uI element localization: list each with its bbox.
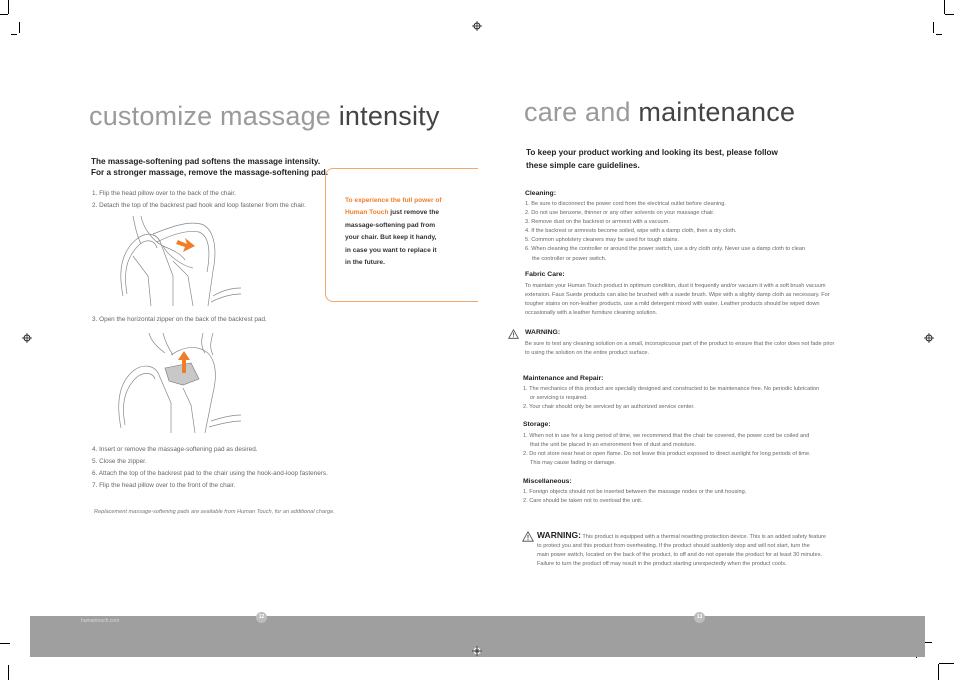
crop-mark: [19, 22, 20, 33]
fabric-care-text: To maintain your Human Touch product in …: [525, 282, 885, 318]
crop-mark: [11, 34, 17, 35]
crop-mark: [936, 34, 942, 35]
registration-mark-icon: [472, 646, 482, 656]
arrow-icon: [176, 238, 195, 252]
callout-text: To experience the full power of Human To…: [345, 195, 475, 269]
misc-list: 1. Foreign objects should not be inserte…: [523, 488, 883, 506]
crop-mark: [945, 14, 954, 15]
cleaning-heading: Cleaning:: [525, 190, 556, 197]
thermal-warning-line: This product is equipped with a thermal …: [580, 534, 827, 540]
step-3: 3. Open the horizontal zipper on the bac…: [92, 316, 267, 323]
page-title-right: care and maintenance: [524, 97, 795, 128]
cleaning-item: 5. Common upholstery cleaners may be use…: [525, 237, 679, 244]
warning-heading: WARNING:: [525, 329, 561, 336]
para-line: extension. Faux Suede products can also …: [525, 292, 830, 299]
registration-mark-icon: [472, 21, 482, 31]
callout-rest: just remove the: [388, 209, 440, 217]
page-number-right: 13: [694, 612, 705, 623]
cleaning-item-cont-text: the controller or power switch.: [532, 255, 607, 262]
crop-mark: [0, 14, 8, 15]
crop-mark: [933, 22, 934, 33]
storage-heading: Storage:: [523, 421, 551, 428]
title-light: care and: [524, 97, 631, 127]
misc-item: 2. Care should be taken not to overload …: [523, 498, 643, 505]
para-line: tougher stains on non-leather products, …: [525, 301, 820, 308]
intro-text-right: To keep your product working and looking…: [526, 147, 826, 172]
storage-item-cont-text: This may cause fading or damage.: [530, 460, 616, 467]
step-4: 4. Insert or remove the massage-softenin…: [92, 446, 258, 453]
step-1: 1. Flip the head pillow over to the back…: [92, 190, 236, 197]
para-line: Be sure to test any cleaning solution on…: [525, 341, 835, 347]
para-line: to protect you and this product from ove…: [537, 543, 810, 550]
crop-mark: [939, 663, 954, 664]
storage-item-cont-text: that the unit be placed in an environmen…: [530, 442, 697, 449]
footnote: Replacement massage-softening pads are a…: [94, 509, 335, 515]
cleaning-item: 3. Remove dust on the backrest or armres…: [525, 219, 670, 226]
cleaning-list: 1. Be sure to disconnect the power cord …: [525, 200, 885, 264]
misc-item: 1. Foreign objects should not be inserte…: [523, 489, 747, 495]
storage-item: 2. Do not store near heat or open flame.…: [523, 451, 811, 458]
callout-line: massage-softening pad from: [345, 221, 436, 229]
intro-line: these simple care guidelines.: [526, 160, 640, 170]
callout-brand: Human Touch: [345, 209, 389, 217]
warning-icon: [508, 329, 519, 339]
storage-item-cont: that the unit be placed in an environmen…: [523, 441, 883, 450]
footer-url: humantouch.com: [81, 618, 120, 624]
storage-item-cont: This may cause fading or damage.: [523, 459, 883, 468]
crop-mark: [0, 643, 10, 644]
page-title-left: customize massage intensity: [89, 101, 440, 132]
illustration-detach-pad: [113, 216, 243, 306]
maintenance-item-cont: or servicing is required.: [523, 394, 883, 403]
maintenance-heading: Maintenance and Repair:: [523, 375, 604, 382]
para-line: to using the solution on the entire prod…: [525, 350, 650, 357]
step-6: 6. Attach the top of the backrest pad to…: [92, 470, 328, 477]
registration-mark-icon: [924, 333, 934, 343]
cleaning-item: 6. When cleaning the controller or aroun…: [525, 246, 806, 253]
step-5: 5. Close the zipper.: [92, 458, 147, 465]
storage-item: 1. When not in use for a long period of …: [523, 433, 810, 439]
para-line: To maintain your Human Touch product in …: [525, 283, 826, 289]
intro-line: To keep your product working and looking…: [526, 148, 778, 157]
maintenance-item-cont-text: or servicing is required.: [530, 395, 588, 402]
para-line: Failure to turn the product off may resu…: [537, 561, 787, 568]
thermal-warning-heading: WARNING:: [537, 530, 581, 540]
title-light: customize massage: [89, 101, 331, 131]
para-line: WARNING: This product is equipped with a…: [537, 530, 867, 542]
callout-line: your chair. But keep it handy,: [345, 234, 437, 242]
fabric-care-heading: Fabric Care:: [525, 271, 565, 278]
callout-line: in the future.: [345, 259, 385, 267]
intro-text-left: The massage-softening pad softens the ma…: [91, 156, 351, 178]
intro-line: The massage-softening pad softens the ma…: [91, 157, 321, 166]
misc-heading: Miscellaneous:: [523, 478, 572, 485]
step-2: 2. Detach the top of the backrest pad ho…: [92, 202, 306, 209]
warning-icon: [522, 531, 534, 542]
callout-line: Human Touch just remove the: [345, 207, 475, 219]
callout-highlight: To experience the full power of: [345, 197, 442, 204]
title-dark: intensity: [338, 101, 440, 131]
warning-text: Be sure to test any cleaning solution on…: [525, 340, 885, 358]
crop-mark: [938, 664, 939, 680]
thermal-warning: WARNING: This product is equipped with a…: [537, 530, 867, 569]
registration-mark-icon: [22, 333, 32, 343]
maintenance-item: 2. Your chair should only be serviced by…: [523, 404, 695, 411]
illustration-remove-pad: [113, 333, 243, 433]
storage-list: 1. When not in use for a long period of …: [523, 432, 883, 468]
crop-mark: [8, 665, 9, 680]
maintenance-list: 1. The mechanics of this product are spe…: [523, 385, 883, 412]
callout-line: in case you want to replace it: [345, 246, 437, 254]
page-number-left: 12: [256, 612, 267, 623]
title-dark: maintenance: [638, 97, 796, 127]
cleaning-item: 1. Be sure to disconnect the power cord …: [525, 201, 726, 207]
para-line: main power switch, located on the back o…: [537, 552, 823, 559]
maintenance-item: 1. The mechanics of this product are spe…: [523, 386, 820, 392]
step-7: 7. Flip the head pillow over to the fron…: [92, 482, 236, 489]
cleaning-item: 2. Do not use benzene, thinner or any ot…: [525, 210, 715, 217]
para-line: occasionally with a leather furniture cl…: [525, 310, 658, 317]
cleaning-item: 4. If the backrest or armrests become so…: [525, 228, 737, 235]
intro-line: For a stronger massage, remove the massa…: [91, 168, 329, 177]
cleaning-item-cont: the controller or power switch.: [525, 255, 885, 264]
crop-mark: [944, 0, 945, 14]
crop-mark: [8, 0, 9, 14]
